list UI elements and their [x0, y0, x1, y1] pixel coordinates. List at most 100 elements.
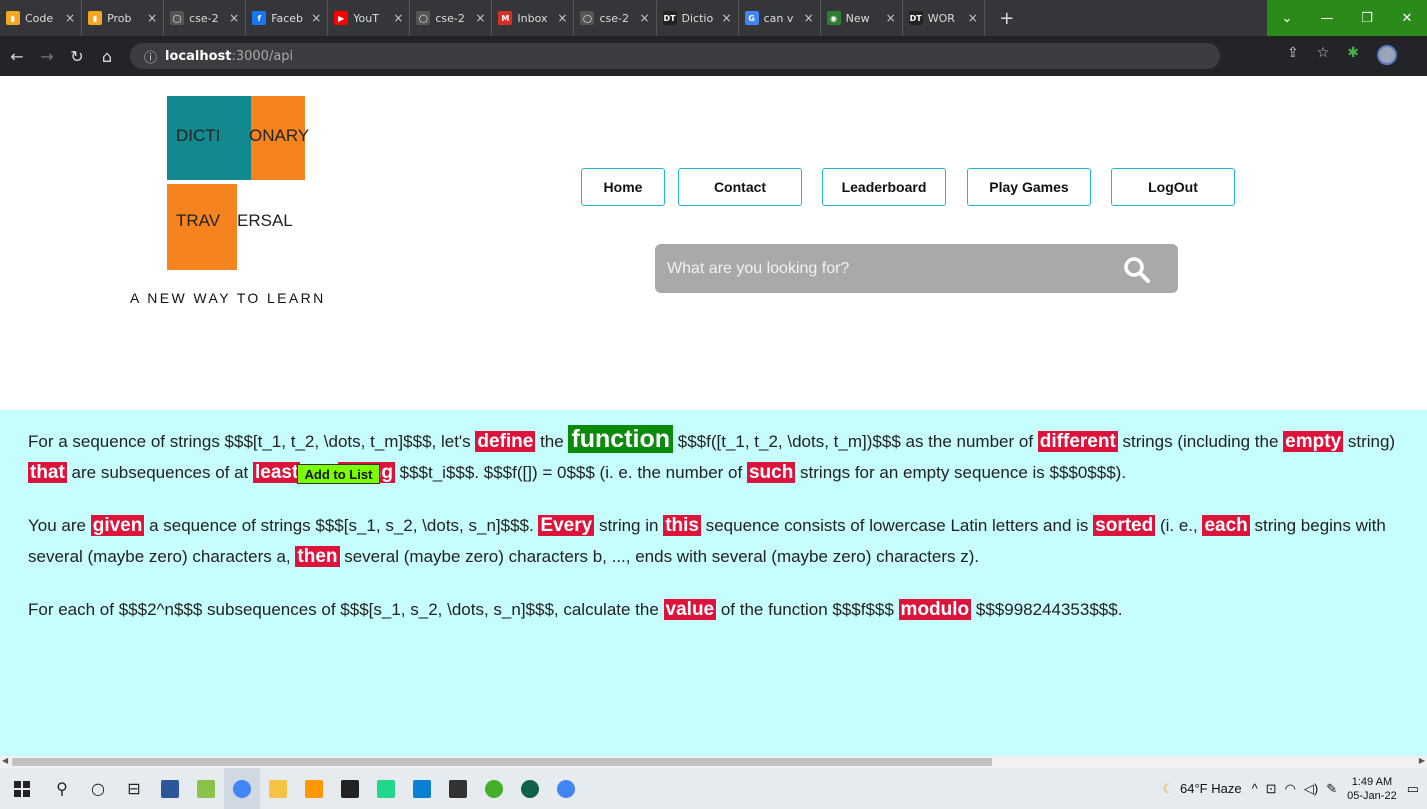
word-icon[interactable] — [152, 768, 188, 809]
profile-avatar[interactable] — [1377, 45, 1397, 65]
forward-icon[interactable]: → — [34, 47, 60, 66]
tab-close-icon[interactable]: × — [639, 11, 649, 25]
tab-close-icon[interactable]: × — [393, 11, 403, 25]
scroll-right-icon[interactable]: ▶ — [1419, 756, 1425, 765]
clock[interactable]: 1:49 AM 05-Jan-22 — [1347, 775, 1397, 803]
windows-start-icon[interactable] — [0, 768, 44, 809]
vscode-icon[interactable] — [404, 768, 440, 809]
nav-home-button[interactable]: Home — [581, 168, 665, 206]
selected-word[interactable]: function — [568, 425, 674, 453]
text-segment: For a sequence of strings $$$[t_1, t_2, … — [28, 432, 476, 451]
task-view-icon[interactable]: ⊟ — [116, 768, 152, 809]
site-info-icon[interactable]: ⓘ — [144, 47, 157, 66]
logo-text-ersal: ERSAL — [237, 211, 293, 230]
tab-close-icon[interactable]: × — [311, 11, 321, 25]
browser-tab[interactable]: ◉ New × — [821, 0, 903, 36]
highlighted-word[interactable]: modulo — [898, 599, 972, 620]
highlighted-word[interactable]: different — [1037, 431, 1118, 452]
highlighted-word[interactable]: that — [28, 462, 67, 483]
highlighted-word[interactable]: least — [253, 462, 301, 483]
wifi-icon[interactable]: ◠ — [1285, 781, 1296, 797]
highlighted-word[interactable]: this — [663, 515, 701, 536]
sublime-icon[interactable] — [296, 768, 332, 809]
meet-icon[interactable]: ⊡ — [1266, 781, 1277, 797]
chrome-profile-icon[interactable] — [548, 768, 584, 809]
tab-close-icon[interactable]: × — [804, 11, 814, 25]
highlighted-word[interactable]: given — [90, 515, 145, 536]
back-icon[interactable]: ← — [4, 47, 30, 66]
cortana-icon[interactable]: ○ — [80, 768, 116, 809]
highlighted-word[interactable]: define — [475, 431, 536, 452]
notepad-plus-icon[interactable] — [188, 768, 224, 809]
close-window-button[interactable]: ✕ — [1387, 0, 1427, 36]
pycharm-icon[interactable] — [368, 768, 404, 809]
browser-tab[interactable]: ▮ Code × — [0, 0, 83, 36]
browser-tab[interactable]: ▶ YouT × — [328, 0, 411, 36]
reload-icon[interactable]: ↻ — [64, 47, 90, 66]
search-taskbar-icon[interactable]: ⚲ — [44, 768, 80, 809]
minimize-button[interactable]: — — [1307, 0, 1347, 36]
nav-play-games-button[interactable]: Play Games — [967, 168, 1091, 206]
new-tab-button[interactable]: + — [995, 8, 1019, 29]
intellij-icon[interactable] — [332, 768, 368, 809]
tab-close-icon[interactable]: × — [886, 11, 896, 25]
nav-contact-button[interactable]: Contact — [678, 168, 802, 206]
share-icon[interactable]: ⇪ — [1287, 45, 1299, 65]
browser-tab[interactable]: Gcan v × — [739, 0, 821, 36]
highlighted-word[interactable]: value — [663, 599, 717, 620]
highlighted-word[interactable]: Every — [538, 515, 595, 536]
tab-close-icon[interactable]: × — [65, 11, 75, 25]
search-input[interactable] — [655, 244, 1115, 293]
highlighted-word[interactable]: each — [1202, 515, 1250, 536]
browser-tab[interactable]: ▮ Prob × — [82, 0, 165, 36]
text-segment: strings (including the — [1117, 432, 1284, 451]
paragraph-3: For each of $$$2^n$$$ subsequences of $$… — [28, 594, 1397, 625]
pen-icon[interactable]: ✎ — [1326, 781, 1337, 797]
tab-close-icon[interactable]: × — [557, 11, 567, 25]
scroll-left-icon[interactable]: ◀ — [2, 756, 8, 765]
mongodb-icon[interactable] — [512, 768, 548, 809]
nav-leaderboard-button[interactable]: Leaderboard — [822, 168, 946, 206]
weather-icon[interactable]: ☾ — [1162, 781, 1174, 797]
tab-favicon-icon: G — [744, 11, 759, 25]
file-explorer-icon[interactable] — [260, 768, 296, 809]
scrollbar-thumb[interactable] — [12, 758, 992, 766]
highlighted-word[interactable]: then — [295, 546, 340, 567]
browser-tab[interactable]: M Inbox × — [492, 0, 575, 36]
chrome-icon[interactable] — [224, 768, 260, 809]
add-to-list-popup[interactable]: Add to List — [297, 464, 380, 484]
tab-close-icon[interactable]: × — [147, 11, 157, 25]
terminal-icon[interactable] — [440, 768, 476, 809]
tab-close-icon[interactable]: × — [229, 11, 239, 25]
browser-tab[interactable]: f Faceb × — [246, 0, 329, 36]
highlighted-word[interactable]: such — [746, 462, 796, 483]
browser-tab[interactable]: ◯ cse-2 × — [164, 0, 247, 36]
browser-tab[interactable]: ◯ cse-2 × — [410, 0, 493, 36]
tab-close-icon[interactable]: × — [475, 11, 485, 25]
paragraph-1: For a sequence of strings $$$[t_1, t_2, … — [28, 424, 1397, 488]
search-icon[interactable] — [1123, 256, 1151, 284]
nav-logout-button[interactable]: LogOut — [1111, 168, 1235, 206]
bookmark-star-icon[interactable]: ☆ — [1317, 45, 1330, 65]
highlighted-word[interactable]: sorted — [1093, 515, 1156, 536]
browser-tab[interactable]: ◯ cse-2 × — [574, 0, 657, 36]
horizontal-scrollbar[interactable]: ◀ ▶ — [0, 756, 1427, 768]
home-icon[interactable]: ⌂ — [94, 47, 120, 66]
browser-tab[interactable]: DT Dictio × — [657, 0, 739, 36]
tray-expand-icon[interactable]: ^ — [1252, 781, 1258, 796]
restore-button[interactable]: ❐ — [1347, 0, 1387, 36]
site-logo[interactable]: DICTI ONARY TRAV ERSAL — [167, 96, 309, 270]
tab-favicon-icon: ◉ — [826, 11, 841, 25]
highlighted-word[interactable]: empty — [1283, 431, 1344, 452]
tab-close-icon[interactable]: × — [722, 11, 732, 25]
anaconda-icon[interactable] — [476, 768, 512, 809]
extensions-icon[interactable]: ✱ — [1347, 45, 1359, 65]
address-bar[interactable]: ⓘ localhost:3000/api — [130, 43, 1220, 69]
tab-title: Prob — [107, 11, 132, 25]
browser-tab[interactable]: DT WOR × — [903, 0, 985, 36]
weather-text[interactable]: 64°F Haze — [1180, 781, 1242, 796]
tab-search-icon[interactable]: ⌄ — [1267, 0, 1307, 36]
volume-icon[interactable]: ◁) — [1304, 781, 1318, 797]
notifications-icon[interactable]: ▭ — [1407, 781, 1419, 797]
tab-close-icon[interactable]: × — [968, 11, 978, 25]
